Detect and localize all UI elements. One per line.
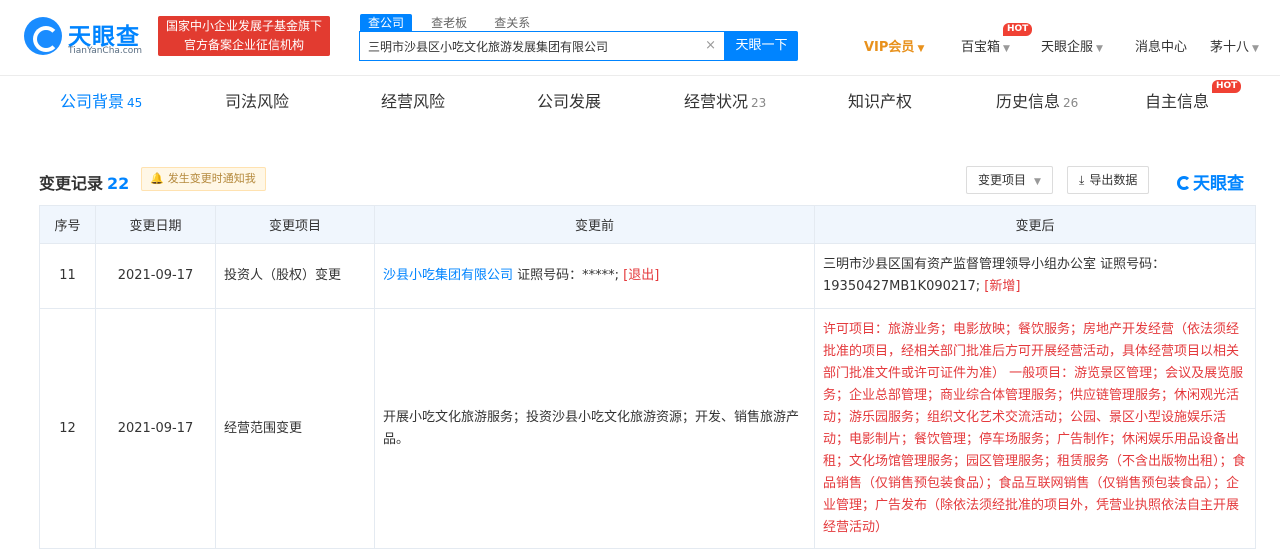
- cell-item: 经营范围变更: [215, 308, 375, 549]
- search-input[interactable]: [360, 32, 690, 60]
- investor-link[interactable]: 沙县小吃集团有限公司: [383, 268, 513, 283]
- cell-before: 开展小吃文化旅游服务；投资沙县小吃文化旅游资源；开发、销售旅游产品。: [374, 308, 815, 549]
- brand-icon: [1177, 176, 1191, 190]
- before-detail: 证照号码：*****;: [513, 268, 624, 283]
- cell-item: 投资人（股权）变更: [215, 243, 375, 309]
- user-menu[interactable]: 茅十八 ▼: [1210, 36, 1259, 55]
- main-tabs: 公司背景 45 司法风险 经营风险 公司发展 经营状况 23 知识产权 历史信息 26…: [0, 76, 1280, 122]
- cell-date: 2021-09-17: [95, 308, 216, 549]
- nav-services[interactable]: 天眼企服 ▼: [1041, 36, 1103, 55]
- tab-label: 经营风险: [381, 92, 446, 111]
- change-record-table: 序号 变更日期 变更项目 变更前 变更后 11 2021-09-17 投资人（股…: [39, 205, 1256, 549]
- notify-button[interactable]: 🔔 发生变更时通知我: [141, 167, 266, 191]
- chevron-down-icon: ▼: [1003, 44, 1010, 54]
- col-header-item: 变更项目: [215, 205, 375, 244]
- tab-count: 45: [127, 96, 143, 110]
- tab-development[interactable]: 公司发展: [537, 88, 601, 112]
- search-button[interactable]: 天眼一下: [725, 31, 798, 61]
- official-badge: 国家中小企业发展子基金旗下 官方备案企业征信机构: [158, 16, 330, 56]
- cell-date: 2021-09-17: [95, 243, 216, 309]
- notify-label: 发生变更时通知我: [167, 172, 256, 185]
- col-header-before: 变更前: [374, 205, 815, 244]
- filter-label: 变更项目: [978, 173, 1027, 187]
- search-box: ×: [359, 31, 725, 61]
- search-tab-company[interactable]: 查公司: [360, 14, 413, 32]
- brand-watermark: 天眼查: [1177, 169, 1244, 194]
- hot-badge: HOT: [1212, 80, 1242, 93]
- user-name: 茅十八: [1210, 40, 1250, 55]
- tab-label: 司法风险: [225, 92, 290, 111]
- tab-self-info[interactable]: 自主信息: [1145, 88, 1209, 112]
- tab-ip[interactable]: 知识产权: [848, 88, 912, 112]
- tab-count: 23: [751, 96, 767, 110]
- search-tab-relation[interactable]: 查关系: [486, 14, 538, 32]
- logo-subtext: TianYanCha.com: [68, 46, 143, 56]
- chevron-down-icon: ▼: [1252, 44, 1259, 54]
- section-title-label: 变更记录: [39, 174, 104, 193]
- hot-badge: HOT: [1003, 23, 1033, 36]
- site-logo[interactable]: 天眼查 TianYanCha.com: [24, 17, 152, 57]
- tab-business-risk[interactable]: 经营风险: [381, 88, 445, 112]
- change-item-filter[interactable]: 变更项目 ▼: [966, 166, 1053, 194]
- tab-legal-risk[interactable]: 司法风险: [225, 88, 289, 112]
- cell-after: 三明市沙县区国有资产监督管理领导小组办公室 证照号码：19350427MB1K0…: [814, 243, 1256, 309]
- export-label: 导出数据: [1089, 173, 1138, 187]
- table-row: 12 2021-09-17 经营范围变更 开展小吃文化旅游服务；投资沙县小吃文化…: [39, 308, 1256, 549]
- table-header-row: 序号 变更日期 变更项目 变更前 变更后: [39, 205, 1256, 244]
- tab-company-background[interactable]: 公司背景 45: [60, 88, 142, 112]
- nav-toolbox-label: 百宝箱: [961, 40, 1001, 55]
- nav-messages[interactable]: 消息中心: [1135, 36, 1187, 55]
- export-button[interactable]: ⤓ 导出数据: [1067, 166, 1150, 194]
- cell-after: 许可项目：旅游业务；电影放映；餐饮服务；房地产开发经营（依法须经批准的项目，经相…: [814, 308, 1256, 549]
- cell-index: 12: [39, 308, 96, 549]
- col-header-index: 序号: [39, 205, 96, 244]
- chevron-down-icon: ▼: [1034, 177, 1041, 187]
- brand-text: 天眼查: [1193, 174, 1244, 194]
- top-header: 天眼查 TianYanCha.com 国家中小企业发展子基金旗下 官方备案企业征…: [0, 0, 1280, 76]
- cell-index: 11: [39, 243, 96, 309]
- tab-history[interactable]: 历史信息 26: [996, 88, 1078, 112]
- exit-tag: [退出]: [623, 268, 660, 283]
- tab-label: 公司发展: [537, 92, 602, 111]
- nav-services-label: 天眼企服: [1041, 40, 1094, 55]
- badge-line-2: 官方备案企业征信机构: [183, 38, 304, 52]
- chevron-down-icon: ▼: [917, 44, 925, 54]
- badge-line-1: 国家中小企业发展子基金旗下: [165, 19, 322, 33]
- new-tag: [新增]: [984, 279, 1021, 294]
- tab-label: 知识产权: [848, 92, 913, 111]
- tab-operations[interactable]: 经营状况 23: [684, 88, 766, 112]
- section-count: 22: [107, 174, 130, 193]
- chevron-down-icon: ▼: [1096, 44, 1103, 54]
- nav-toolbox[interactable]: 百宝箱 ▼: [961, 36, 1010, 55]
- tab-label: 公司背景: [60, 92, 125, 111]
- tab-count: 26: [1063, 96, 1079, 110]
- search-type-tabs: 查公司 查老板 查关系: [360, 12, 544, 32]
- logo-icon: [24, 17, 62, 55]
- tab-label: 经营状况: [684, 92, 749, 111]
- tab-label: 自主信息: [1145, 92, 1210, 111]
- table-row: 11 2021-09-17 投资人（股权）变更 沙县小吃集团有限公司 证照号码：…: [39, 243, 1256, 309]
- col-header-after: 变更后: [814, 205, 1256, 244]
- tab-label: 历史信息: [996, 92, 1061, 111]
- clear-icon[interactable]: ×: [705, 38, 716, 53]
- col-header-date: 变更日期: [95, 205, 216, 244]
- search-tab-boss[interactable]: 查老板: [423, 14, 475, 32]
- vip-label: VIP会员: [864, 40, 915, 55]
- vip-menu[interactable]: VIP会员 ▼: [864, 36, 924, 55]
- download-icon: ⤓: [1079, 173, 1085, 187]
- bell-icon: 🔔: [150, 172, 164, 185]
- section-title: 变更记录 22: [39, 170, 129, 194]
- cell-before: 沙县小吃集团有限公司 证照号码：*****; [退出]: [374, 243, 815, 309]
